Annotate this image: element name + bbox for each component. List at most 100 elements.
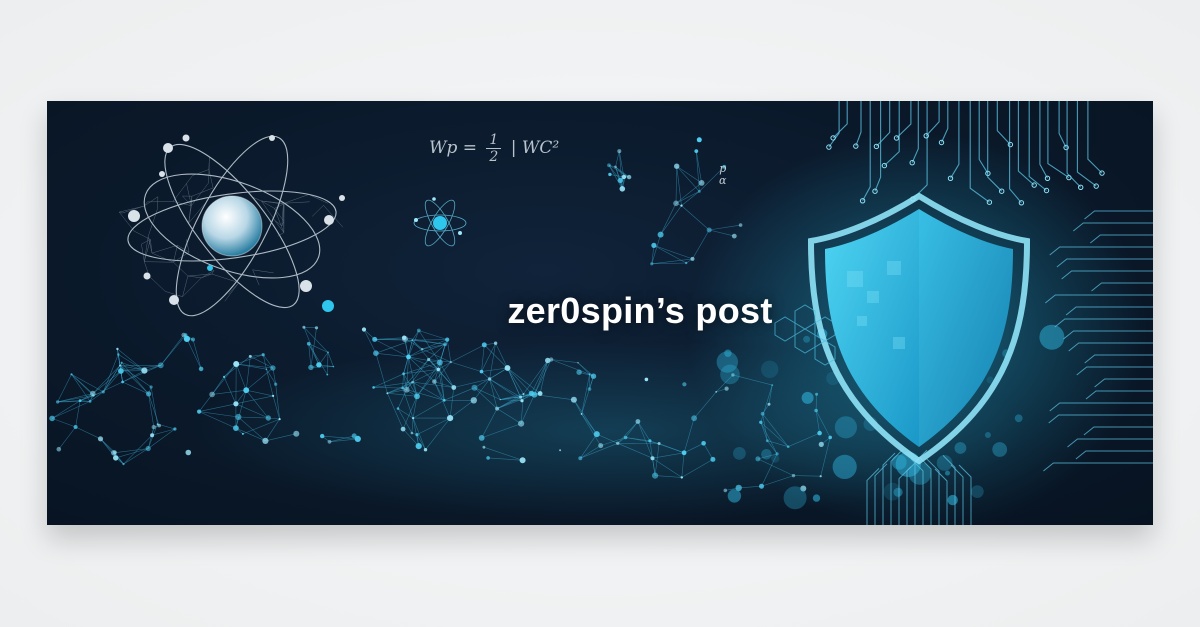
network-node: [590, 373, 597, 379]
formula-denominator: 2: [489, 149, 499, 165]
network-node: [402, 336, 408, 342]
network-node: [351, 433, 357, 439]
network-node: [233, 401, 239, 407]
network-node: [680, 204, 683, 207]
network-link: [250, 356, 274, 369]
network-node: [233, 425, 239, 431]
network-link: [653, 245, 693, 260]
network-node: [791, 473, 796, 478]
network-node: [400, 426, 406, 432]
network-link: [651, 234, 661, 264]
network-node: [697, 189, 701, 193]
network-node: [482, 445, 486, 449]
atom-web-link: [208, 157, 210, 170]
network-node: [386, 392, 389, 395]
network-node: [73, 425, 78, 429]
network-link: [235, 363, 247, 391]
network-node: [559, 449, 562, 452]
formula-lhs: Wp =: [429, 138, 478, 158]
network-node: [372, 386, 375, 389]
network-link: [122, 381, 149, 395]
network-node: [427, 357, 431, 362]
circuit-trace: [1058, 101, 1067, 148]
bubble: [716, 351, 738, 373]
atom-web-link: [151, 245, 178, 254]
network-link: [653, 245, 687, 264]
atom-web-link: [147, 208, 158, 237]
network-node: [49, 415, 55, 422]
network-node: [223, 375, 226, 378]
network-node: [111, 450, 117, 456]
network-node: [401, 386, 404, 390]
network-node: [90, 390, 96, 397]
bubble: [733, 447, 746, 460]
network-link: [696, 151, 700, 192]
network-link: [92, 370, 122, 394]
network-node: [157, 362, 164, 369]
network-node: [396, 407, 400, 410]
circuit-trace: [996, 101, 1011, 145]
network-node: [432, 379, 437, 384]
network-node: [327, 439, 332, 444]
network-node: [272, 394, 275, 397]
mini-formula-bottom: α: [719, 174, 727, 187]
page-background: Wp = 1 2 | WC² p α zer0spin’s post: [0, 0, 1200, 627]
network-node: [617, 177, 624, 184]
network-node: [326, 373, 329, 376]
network-node: [119, 364, 121, 367]
network-node: [121, 380, 124, 384]
bubble: [812, 494, 821, 502]
network-node: [411, 339, 414, 342]
mini-formula: p α: [719, 163, 726, 187]
network-node: [449, 360, 452, 364]
network-node: [436, 367, 441, 372]
network-node: [504, 365, 511, 371]
network-link: [103, 370, 122, 393]
network-node: [486, 456, 490, 460]
network-node: [403, 386, 410, 393]
circuit-trace: [832, 101, 848, 139]
network-link: [303, 327, 320, 365]
network-node: [97, 436, 104, 442]
network-node: [731, 233, 737, 239]
network-node: [274, 382, 278, 386]
circuit-pad: [1093, 183, 1099, 189]
network-node: [406, 354, 411, 360]
network-node: [470, 397, 477, 404]
network-link: [160, 334, 186, 366]
network-node: [414, 393, 420, 400]
network-link: [51, 401, 91, 419]
bubble: [984, 432, 991, 438]
network-node: [759, 483, 764, 489]
network-link: [681, 205, 710, 231]
network-link: [58, 426, 76, 450]
network-node: [626, 174, 632, 180]
network-node: [499, 398, 502, 401]
network-node: [141, 367, 148, 374]
network-node: [327, 351, 329, 354]
formula-rhs: | WC²: [510, 138, 560, 158]
network-node: [184, 333, 188, 337]
network-node: [619, 186, 626, 192]
network-node: [421, 348, 424, 351]
network-node: [680, 476, 683, 479]
bubble: [893, 487, 903, 497]
network-node: [471, 384, 478, 391]
atom-web-link: [141, 244, 145, 262]
atom-web-link: [144, 201, 148, 207]
network-node: [696, 137, 702, 143]
network-node: [623, 435, 628, 440]
network-node: [694, 149, 699, 153]
network-node: [759, 420, 763, 424]
bubble: [970, 485, 984, 498]
network-node: [415, 433, 419, 437]
network-node: [150, 433, 155, 438]
network-node: [233, 361, 240, 367]
network-node: [118, 368, 124, 374]
banner-image: Wp = 1 2 | WC² p α zer0spin’s post: [47, 101, 1153, 525]
network-link: [113, 448, 149, 454]
circuit-pad: [1099, 170, 1105, 176]
atom-web-link: [211, 273, 239, 283]
network-node: [650, 262, 654, 266]
network-node: [478, 435, 485, 441]
